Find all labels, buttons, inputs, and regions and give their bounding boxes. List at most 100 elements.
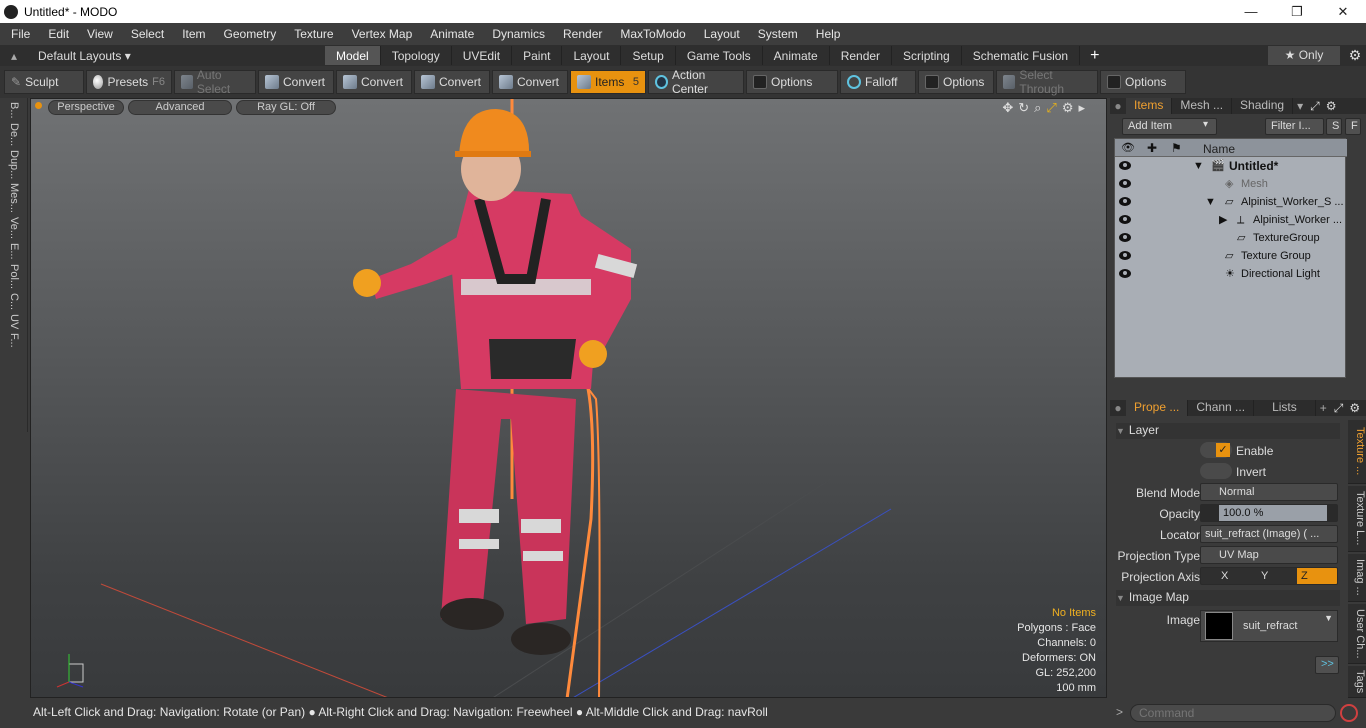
tab-model[interactable]: Model bbox=[325, 46, 381, 65]
image-map-section-header[interactable]: ▼ Image Map bbox=[1116, 590, 1340, 606]
menu-help[interactable]: Help bbox=[805, 27, 848, 41]
menu-animate[interactable]: Animate bbox=[419, 27, 481, 41]
item-list[interactable]: 👁 ✚ ⚑ Name ▼ 🎬 Untitled* ◈ Mesh ▼ ▱ Alpinist_… bbox=[1114, 138, 1347, 378]
left-tab-deform[interactable]: De... bbox=[8, 123, 20, 146]
tab-setup[interactable]: Setup bbox=[621, 46, 676, 65]
filter-items-field[interactable]: Filter I... bbox=[1265, 118, 1324, 135]
add-item-arrow-icon[interactable]: ▾ bbox=[1203, 119, 1208, 130]
layout-collapse-icon[interactable]: ▴ bbox=[0, 49, 28, 63]
tab-lists[interactable]: Lists bbox=[1254, 400, 1316, 416]
tab-properties[interactable]: Prope ... bbox=[1126, 400, 1189, 416]
minimize-button[interactable]: — bbox=[1228, 4, 1274, 19]
menu-vertex-map[interactable]: Vertex Map bbox=[341, 27, 420, 41]
convert-polygons-button[interactable]: Convert bbox=[414, 70, 490, 94]
tab-animate[interactable]: Animate bbox=[763, 46, 830, 65]
falloff-button[interactable]: Falloff bbox=[840, 70, 916, 94]
item-row-alpinist-mesh[interactable]: ▶ ⟂ Alpinist_Worker ... bbox=[1115, 211, 1347, 229]
visibility-eye-icon[interactable] bbox=[1119, 179, 1131, 188]
action-center-button[interactable]: Action Center bbox=[648, 68, 744, 96]
only-toggle[interactable]: ★ Only bbox=[1268, 46, 1340, 65]
panel-gear-icon[interactable]: ⚙ bbox=[1323, 99, 1340, 113]
visibility-eye-icon[interactable] bbox=[1119, 269, 1131, 278]
falloff-options-button[interactable]: Options bbox=[918, 70, 994, 94]
left-tab-polygon[interactable]: Pol... bbox=[8, 264, 20, 289]
invert-checkbox[interactable] bbox=[1200, 463, 1232, 479]
panel-expand-icon[interactable]: ⤢ bbox=[1331, 401, 1347, 416]
convert-materials-button[interactable]: Convert bbox=[492, 70, 568, 94]
tab-schematic-fusion[interactable]: Schematic Fusion bbox=[962, 46, 1081, 65]
settings-gear-icon[interactable]: ⚙ bbox=[1344, 47, 1366, 64]
tab-items[interactable]: Items bbox=[1126, 98, 1173, 114]
projection-type-dropdown[interactable]: UV Map bbox=[1200, 546, 1338, 564]
tab-dropdown-icon[interactable]: ▾ bbox=[1293, 99, 1307, 113]
left-tab-basic[interactable]: B... bbox=[8, 102, 20, 119]
menu-dynamics[interactable]: Dynamics bbox=[481, 27, 552, 41]
item-row-texturegroup[interactable]: ▱ TextureGroup bbox=[1115, 229, 1347, 247]
name-column-header[interactable]: Name bbox=[1203, 142, 1235, 156]
blend-mode-dropdown[interactable]: Normal bbox=[1200, 483, 1338, 501]
tab-channels[interactable]: Chann ... bbox=[1188, 400, 1255, 416]
add-tab-button[interactable]: + bbox=[1080, 47, 1109, 65]
presets-button[interactable]: Presets F6 bbox=[86, 70, 172, 94]
layer-section-header[interactable]: ▼ Layer bbox=[1116, 423, 1340, 439]
menu-edit[interactable]: Edit bbox=[37, 27, 76, 41]
visibility-eye-icon[interactable] bbox=[1119, 233, 1131, 242]
tab-shading[interactable]: Shading bbox=[1232, 98, 1294, 114]
add-tab-icon[interactable]: + bbox=[1316, 401, 1331, 415]
panel-gear-icon[interactable]: ⚙ bbox=[1346, 401, 1363, 415]
axis-z-button[interactable]: Z bbox=[1297, 568, 1337, 584]
item-row-alpinist-group[interactable]: ▼ ▱ Alpinist_Worker_S ... bbox=[1115, 193, 1347, 211]
sculpt-button[interactable]: ✎ Sculpt bbox=[4, 70, 84, 94]
left-tab-fusion[interactable]: F... bbox=[8, 333, 20, 348]
command-input[interactable] bbox=[1130, 704, 1336, 722]
side-tab-image[interactable]: Imag ... bbox=[1348, 554, 1366, 602]
tab-game-tools[interactable]: Game Tools bbox=[676, 46, 763, 65]
visibility-eye-icon[interactable] bbox=[1119, 215, 1131, 224]
locator-dropdown[interactable]: suit_refract (Image) ( ... bbox=[1200, 525, 1338, 543]
expand-arrow-icon[interactable]: ▼ bbox=[1205, 193, 1216, 211]
left-tab-curve[interactable]: C... bbox=[8, 293, 20, 310]
menu-select[interactable]: Select bbox=[120, 27, 171, 41]
side-tab-tags[interactable]: Tags bbox=[1348, 666, 1366, 698]
tab-paint[interactable]: Paint bbox=[512, 46, 563, 65]
menu-file[interactable]: File bbox=[0, 27, 37, 41]
select-options-button[interactable]: Options bbox=[1100, 70, 1186, 94]
convert-vertices-button[interactable]: Convert bbox=[258, 70, 334, 94]
tab-layout[interactable]: Layout bbox=[562, 46, 622, 65]
visibility-eye-icon[interactable] bbox=[1119, 251, 1131, 260]
side-tab-user-channels[interactable]: User Ch... bbox=[1348, 604, 1366, 664]
left-tab-duplicate[interactable]: Dup... bbox=[8, 150, 20, 179]
default-layouts-dropdown[interactable]: Default Layouts ▾ bbox=[28, 49, 325, 63]
menu-layout[interactable]: Layout bbox=[693, 27, 747, 41]
menu-system[interactable]: System bbox=[747, 27, 805, 41]
menu-item[interactable]: Item bbox=[171, 27, 212, 41]
item-row-mesh[interactable]: ◈ Mesh bbox=[1115, 175, 1347, 193]
command-record-icon[interactable] bbox=[1340, 704, 1358, 722]
visibility-eye-icon[interactable] bbox=[1119, 161, 1131, 170]
tab-topology[interactable]: Topology bbox=[381, 46, 452, 65]
side-tab-texture[interactable]: Texture ... bbox=[1348, 420, 1366, 484]
f-button[interactable]: F bbox=[1345, 118, 1361, 135]
s-button[interactable]: S bbox=[1326, 118, 1342, 135]
auto-select-button[interactable]: Auto Select bbox=[174, 68, 256, 96]
more-properties-button[interactable]: >> bbox=[1315, 656, 1339, 674]
menu-texture[interactable]: Texture bbox=[283, 27, 340, 41]
side-tab-texture-layers[interactable]: Texture L... bbox=[1348, 486, 1366, 552]
enable-checkbox[interactable]: ✓ bbox=[1200, 442, 1232, 458]
items-mode-button[interactable]: Items 5 bbox=[570, 70, 646, 94]
maximize-button[interactable]: ❐ bbox=[1274, 4, 1320, 20]
tab-scripting[interactable]: Scripting bbox=[892, 46, 962, 65]
convert-edges-button[interactable]: Convert bbox=[336, 70, 412, 94]
visibility-eye-icon[interactable] bbox=[1119, 197, 1131, 206]
left-tab-vertex[interactable]: Ve... bbox=[8, 217, 20, 239]
item-row-scene[interactable]: ▼ 🎬 Untitled* bbox=[1115, 157, 1347, 175]
menu-render[interactable]: Render bbox=[552, 27, 609, 41]
tab-mesh[interactable]: Mesh ... bbox=[1172, 98, 1233, 114]
left-tab-uv[interactable]: UV bbox=[8, 314, 20, 329]
menu-view[interactable]: View bbox=[76, 27, 120, 41]
left-tab-edge[interactable]: E... bbox=[8, 243, 20, 260]
axis-y-button[interactable]: Y bbox=[1257, 568, 1297, 584]
left-tab-mesh-edit[interactable]: Mes... bbox=[8, 183, 20, 213]
tab-render[interactable]: Render bbox=[830, 46, 893, 65]
menu-maxtomodo[interactable]: MaxToModo bbox=[609, 27, 692, 41]
